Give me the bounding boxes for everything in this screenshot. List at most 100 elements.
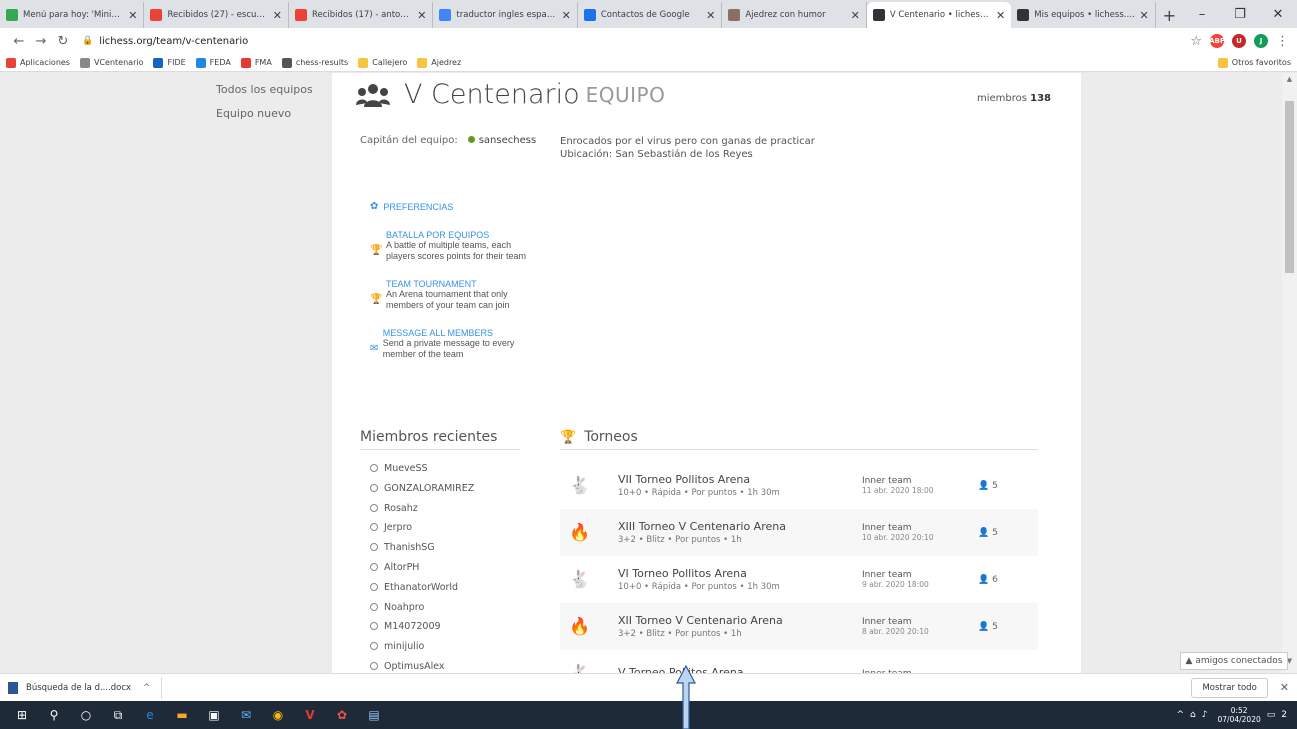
tab-close-icon[interactable]: ✕ (996, 9, 1005, 22)
edge-icon[interactable]: e (138, 705, 162, 725)
bookmark-item[interactable]: FMA (240, 57, 272, 68)
chevron-up-icon[interactable]: ^ (143, 683, 150, 693)
browser-tab[interactable]: Mis equipos • lichess.org ✕ (1011, 2, 1156, 28)
team-people-icon (356, 83, 390, 107)
tab-close-icon[interactable]: ✕ (851, 9, 860, 22)
new-tab-icon[interactable]: + (1156, 2, 1183, 28)
bookmark-item[interactable]: FEDA (195, 57, 231, 68)
scroll-up-icon[interactable]: ▲ (1282, 75, 1297, 89)
bookmark-icon (281, 57, 292, 68)
lock-icon: 🔒 (82, 36, 94, 46)
profile-avatar[interactable]: J (1254, 34, 1268, 48)
browser-tab[interactable]: Recibidos (27) - escuela.aje ✕ (144, 2, 289, 28)
bookmark-star-icon[interactable]: ☆ (1190, 34, 1202, 49)
tournament-type: Inner team (862, 570, 912, 580)
browser-tab[interactable]: V Centenario • lichess.org ✕ (866, 2, 1012, 28)
tab-close-icon[interactable]: ✕ (562, 9, 571, 22)
preferences-link[interactable]: ✿ PREFERENCIAS (370, 201, 540, 212)
close-window-icon[interactable]: ✕ (1259, 0, 1297, 28)
bookmark-item[interactable]: VCentenario (79, 57, 143, 68)
tournament-row[interactable]: 🐇 VII Torneo Pollitos Arena 10+0 • Rápida … (560, 462, 1038, 509)
back-arrow-icon[interactable]: ← (8, 34, 30, 49)
tournament-name[interactable]: XIII Torneo V Centenario Arena (618, 520, 862, 533)
member-link[interactable]: MueveSS (370, 463, 474, 483)
member-link[interactable]: Noahpro (370, 602, 474, 622)
message-all-link[interactable]: ✉ MESSAGE ALL MEMBERS Send a private mes… (370, 328, 540, 359)
bookmark-item[interactable]: chess-results (281, 57, 348, 68)
tournament-name[interactable]: XII Torneo V Centenario Arena (618, 614, 862, 627)
browser-tab[interactable]: Recibidos (17) - antonquev ✕ (289, 2, 434, 28)
browser-tab[interactable]: Menú para hoy: 'Minipizzas ✕ (0, 2, 145, 28)
members-count[interactable]: miembros 138 (977, 93, 1051, 104)
member-link[interactable]: Jerpro (370, 522, 474, 542)
cortana-icon[interactable]: ○ (74, 705, 98, 725)
task-view-icon[interactable]: ⧉ (106, 705, 130, 725)
tournament-name[interactable]: VI Torneo Pollitos Arena (618, 567, 862, 580)
tournament-row[interactable]: 🔥 XII Torneo V Centenario Arena 3+2 • Blit… (560, 603, 1038, 650)
friends-online-button[interactable]: ▲ amigos conectados (1180, 652, 1288, 670)
member-link[interactable]: Rosahz (370, 503, 474, 523)
member-link[interactable]: GONZALORAMIREZ (370, 483, 474, 503)
chevron-up-icon[interactable]: ^ (1177, 710, 1185, 720)
adblock-extension-icon[interactable]: ABP (1209, 34, 1225, 48)
search-icon[interactable]: ⚲ (42, 705, 66, 725)
page-scrollbar[interactable]: ▲ ▼ (1282, 73, 1297, 673)
bookmark-other[interactable]: Otros favoritos (1217, 57, 1291, 68)
bookmark-item[interactable]: Ajedrez (417, 57, 461, 68)
notifications-icon[interactable]: ▭ (1267, 710, 1276, 720)
browser-tab[interactable]: Contactos de Google ✕ (578, 2, 723, 28)
download-item[interactable]: Búsqueda de la d....docx ^ (8, 676, 162, 699)
windows-start-icon[interactable]: ⊞ (10, 705, 34, 725)
tournament-name[interactable]: VII Torneo Pollitos Arena (618, 473, 862, 486)
minimize-icon[interactable]: – (1183, 0, 1221, 28)
scrollbar-thumb[interactable] (1285, 101, 1294, 273)
tournament-name[interactable]: V Torneo Pollitos Arena (618, 666, 862, 673)
menu-kebab-icon[interactable]: ⋮ (1276, 34, 1289, 49)
tab-close-icon[interactable]: ✕ (706, 9, 715, 22)
store-icon[interactable]: ▣ (202, 705, 226, 725)
chrome-icon[interactable]: ◉ (266, 705, 290, 725)
mail-icon[interactable]: ✉ (234, 705, 258, 725)
tab-close-icon[interactable]: ✕ (273, 9, 282, 22)
team-battle-link[interactable]: 🏆 BATALLA POR EQUIPOS A battle of multip… (370, 230, 540, 261)
network-icon[interactable]: ⌂ (1190, 710, 1196, 720)
app-icon[interactable]: ✿ (330, 705, 354, 725)
tab-close-icon[interactable]: ✕ (417, 9, 426, 22)
tab-close-icon[interactable]: ✕ (128, 9, 137, 22)
fire-icon: 🔥 (569, 616, 591, 637)
member-link[interactable]: OptimusAlex (370, 661, 474, 673)
url-field[interactable]: 🔒 lichess.org/team/v-centenario (82, 36, 248, 47)
show-all-downloads-button[interactable]: Mostrar todo (1191, 677, 1268, 698)
team-tournament-link[interactable]: 🏆 TEAM TOURNAMENT An Arena tournament th… (370, 279, 540, 310)
member-link[interactable]: AltorPH (370, 562, 474, 582)
close-icon[interactable]: ✕ (1280, 681, 1289, 694)
document-icon[interactable]: ▤ (362, 705, 386, 725)
file-explorer-icon[interactable]: ▬ (170, 705, 194, 725)
sidebar-item-new-team[interactable]: Equipo nuevo (216, 107, 313, 120)
captain-link[interactable]: sansechess (479, 135, 536, 146)
tab-close-icon[interactable]: ✕ (1140, 9, 1149, 22)
maximize-icon[interactable]: ❐ (1221, 0, 1259, 28)
bookmark-item[interactable]: FIDE (153, 57, 186, 68)
member-link[interactable]: M14072009 (370, 621, 474, 641)
sidebar-item-all-teams[interactable]: Todos los equipos (216, 83, 313, 96)
browser-tab[interactable]: Ajedrez con humor ✕ (722, 2, 867, 28)
bookmark-item[interactable]: Callejero (358, 57, 407, 68)
reload-icon[interactable]: ↻ (52, 34, 74, 49)
browser-tab[interactable]: traductor ingles español - Go ✕ (433, 2, 578, 28)
vivaldi-icon[interactable]: V (298, 705, 322, 725)
tournament-row[interactable]: 🐇V Torneo Pollitos ArenaInner team (560, 650, 1038, 674)
volume-icon[interactable]: ♪ (1202, 710, 1208, 720)
forward-arrow-icon[interactable]: → (30, 34, 52, 49)
favicon-icon (583, 9, 596, 21)
tournament-row[interactable]: 🐇 VI Torneo Pollitos Arena 10+0 • Rápida •… (560, 556, 1038, 603)
ublock-extension-icon[interactable]: U (1232, 34, 1246, 48)
offline-status-icon (370, 602, 378, 611)
member-link[interactable]: ThanishSG (370, 542, 474, 562)
member-link[interactable]: EthanatorWorld (370, 582, 474, 602)
tournament-row[interactable]: 🔥 XIII Torneo V Centenario Arena 3+2 • Bli… (560, 509, 1038, 556)
bookmark-icon (79, 57, 90, 68)
bookmark-item[interactable]: Aplicaciones (6, 57, 70, 68)
clock[interactable]: 0:52 07/04/2020 (1218, 706, 1261, 724)
member-link[interactable]: minijulio (370, 641, 474, 661)
